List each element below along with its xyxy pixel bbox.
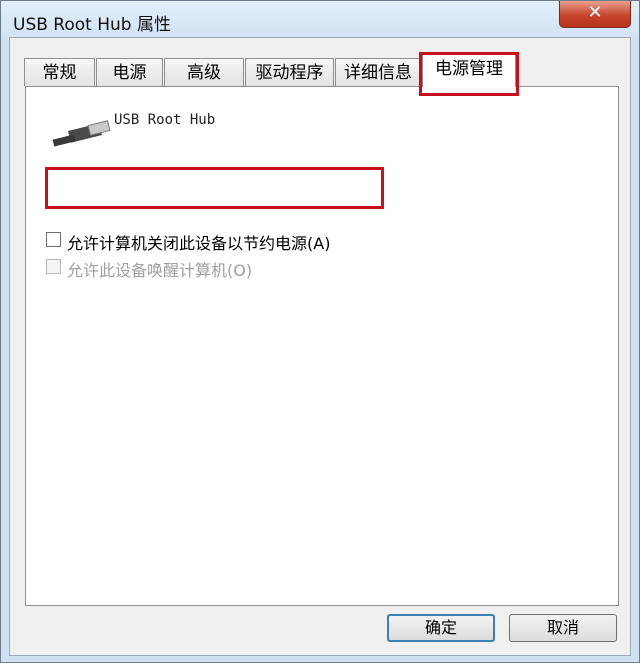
close-icon: ✕: [587, 2, 603, 23]
properties-dialog: USB Root Hub 属性 ✕ 常规 电源 高级 驱动程序 详细信息 电源管…: [0, 0, 640, 663]
ok-button[interactable]: 确定: [387, 614, 495, 642]
option-highlight-box: [45, 167, 384, 209]
allow-wake-checkbox: [46, 259, 61, 274]
cancel-button[interactable]: 取消: [509, 614, 617, 642]
usb-plug-icon: [52, 120, 111, 147]
tab-general[interactable]: 常规: [24, 58, 95, 86]
tab-highlight-box: [419, 52, 519, 96]
device-name: USB Root Hub: [114, 112, 216, 128]
tab-details[interactable]: 详细信息: [335, 58, 421, 86]
tab-driver[interactable]: 驱动程序: [245, 58, 334, 86]
tab-advanced[interactable]: 高级: [164, 58, 244, 86]
allow-power-off-label: 允许计算机关闭此设备以节约电源(A): [67, 234, 331, 253]
power-management-panel: USB Root Hub 允许计算机关闭此设备以节约电源(A) 允许此设备唤醒计…: [25, 86, 619, 606]
dialog-body: 常规 电源 高级 驱动程序 详细信息 电源管理 USB Root Hub 允许计…: [9, 37, 631, 656]
allow-power-off-checkbox[interactable]: [46, 232, 61, 247]
allow-wake-label: 允许此设备唤醒计算机(O): [67, 261, 253, 280]
tab-power[interactable]: 电源: [96, 58, 163, 86]
close-button[interactable]: ✕: [559, 1, 631, 28]
title-bar[interactable]: USB Root Hub 属性 ✕: [1, 1, 639, 37]
window-title: USB Root Hub 属性: [13, 15, 171, 35]
